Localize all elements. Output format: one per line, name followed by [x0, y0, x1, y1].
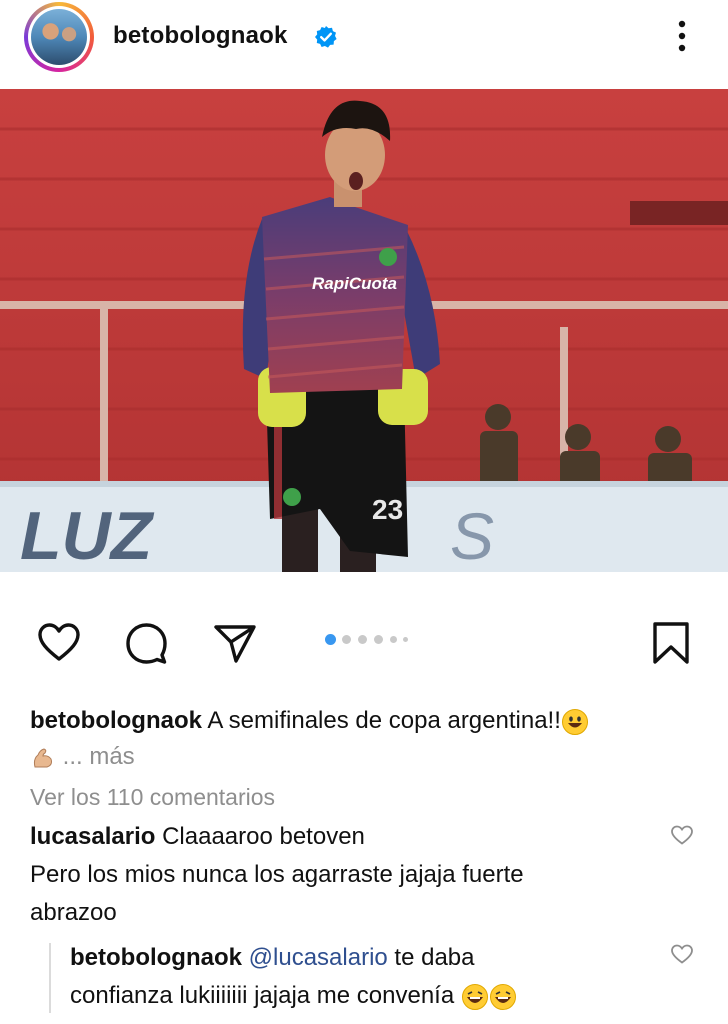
- reply-comment: betobolognaok @lucasalario te daba confi…: [70, 939, 670, 1015]
- comment-text: Claaaaroo betoven: [162, 823, 365, 850]
- carousel-dot: [403, 637, 408, 642]
- post-photo[interactable]: LUZ S 23 RapiCuota: [0, 89, 728, 572]
- reply-text: te daba: [394, 944, 475, 971]
- avatar-photo: [31, 9, 87, 65]
- reply-like-heart-icon[interactable]: [670, 943, 694, 965]
- reply-text-line: confianza lukiiiiiii jajaja me convenía: [70, 982, 455, 1009]
- avatar[interactable]: [24, 2, 94, 72]
- flexed-biceps-emoji-icon: [33, 748, 52, 768]
- heart-icon[interactable]: [36, 620, 82, 666]
- comment: lucasalario Claaaaroo betoven Pero los m…: [30, 818, 650, 932]
- goalkeeper-celebrating-photo: LUZ S 23 RapiCuota: [0, 89, 728, 572]
- comment-icon[interactable]: [123, 620, 169, 666]
- carousel-dot: [390, 636, 397, 643]
- more-vertical-icon[interactable]: [670, 18, 694, 54]
- reply-username[interactable]: betobolognaok: [70, 944, 242, 971]
- comment-text-line: abrazoo: [30, 899, 117, 926]
- caption-text: A semifinales de copa argentina!!: [207, 707, 561, 734]
- reply-thread-line: [49, 943, 51, 1013]
- grinning-emoji-icon: [561, 708, 588, 735]
- caption-more-link[interactable]: ... más: [63, 743, 135, 770]
- post-header: betobolognaok: [0, 0, 728, 80]
- carousel-dot-active: [325, 634, 336, 645]
- comment-like-heart-icon[interactable]: [670, 824, 694, 846]
- carousel-dot: [358, 635, 367, 644]
- caption-username[interactable]: betobolognaok: [30, 707, 202, 734]
- post-author-username[interactable]: betobolognaok: [113, 22, 288, 50]
- bookmark-icon[interactable]: [648, 620, 694, 666]
- send-icon[interactable]: [212, 620, 258, 666]
- comment-username[interactable]: lucasalario: [30, 823, 155, 850]
- laughing-emoji-icon: [489, 983, 516, 1010]
- verified-badge-icon: [315, 26, 337, 48]
- board-text: LUZ: [20, 498, 155, 572]
- comment-text-line: Pero los mios nunca los agarraste jajaja…: [30, 861, 524, 888]
- reply-mention[interactable]: @lucasalario: [249, 944, 388, 971]
- post-caption: betobolognaok A semifinales de copa arge…: [30, 703, 710, 775]
- carousel-dot: [342, 635, 351, 644]
- jersey-number: 23: [372, 494, 403, 525]
- carousel-dot: [374, 635, 383, 644]
- svg-text:S: S: [450, 499, 494, 572]
- jersey-sponsor: RapiCuota: [312, 274, 397, 293]
- view-all-comments-link[interactable]: Ver los 110 comentarios: [30, 784, 275, 811]
- laughing-emoji-icon: [461, 983, 488, 1010]
